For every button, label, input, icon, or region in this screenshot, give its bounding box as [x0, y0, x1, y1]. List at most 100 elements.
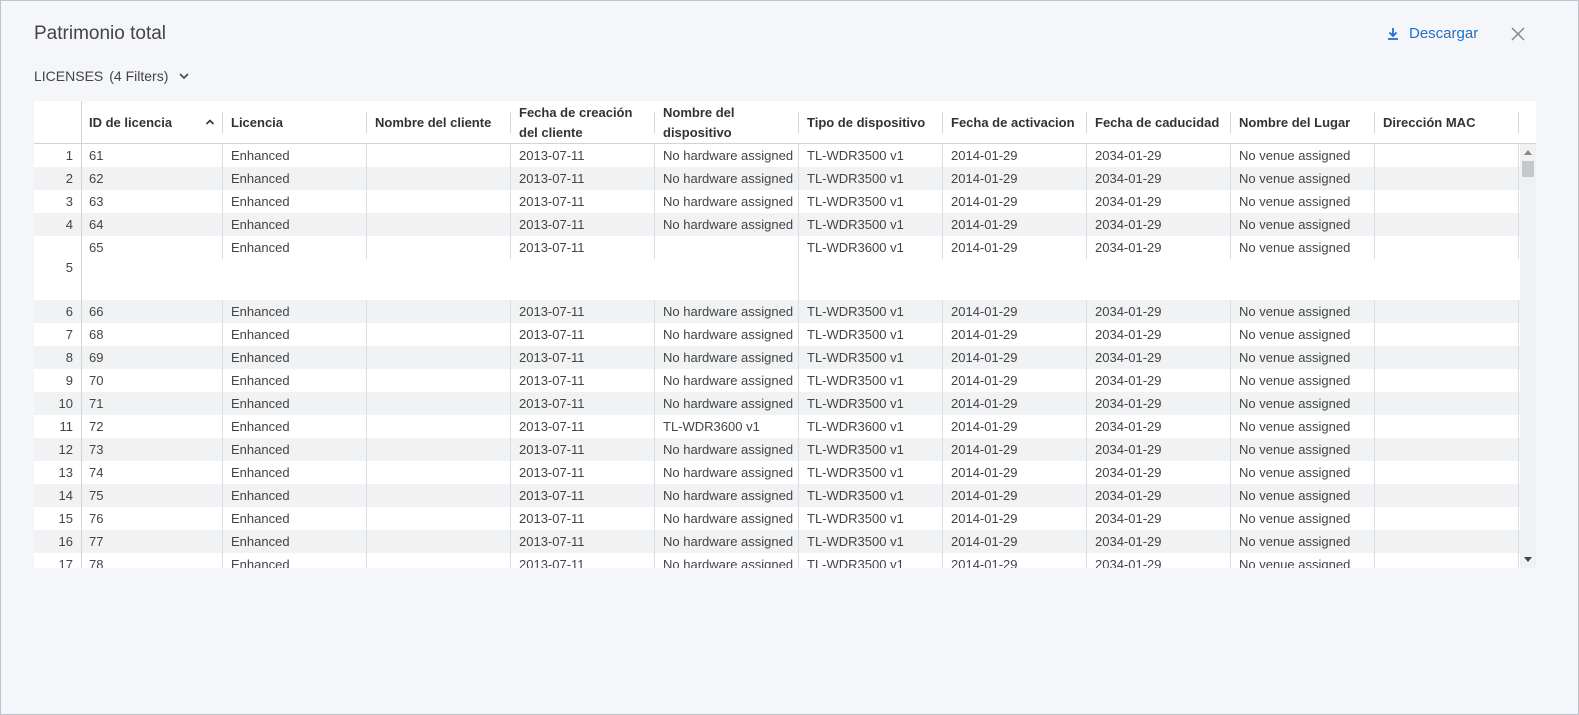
table-row[interactable]: 4 64 Enhanced 2013-07-11 No hardware assigne… [34, 213, 1520, 236]
cell-lug[interactable]: No venue assigned [1231, 553, 1375, 568]
cell-id[interactable]: 70 [81, 369, 223, 392]
cell-mac[interactable] [1375, 415, 1519, 438]
cell-lug[interactable]: No venue assigned [1231, 300, 1375, 323]
cell-dev[interactable]: No hardware assigned [655, 507, 799, 530]
sort-ascending-icon[interactable] [205, 117, 215, 127]
cell-idx[interactable]: 15 [34, 507, 81, 530]
cell-mac[interactable] [1375, 144, 1519, 167]
cell-lug[interactable]: No venue assigned [1231, 530, 1375, 553]
cell-tipo[interactable]: TL-WDR3500 v1 [799, 484, 943, 507]
cell-fec[interactable]: 2013-07-11 [511, 213, 655, 236]
cell-act[interactable]: 2014-01-29 [943, 369, 1087, 392]
cell-id[interactable]: 65 [81, 236, 223, 259]
cell-lic[interactable]: Enhanced [223, 369, 367, 392]
cell-dev[interactable]: No hardware assigned [655, 323, 799, 346]
cell-id[interactable]: 76 [81, 507, 223, 530]
cell-tipo[interactable]: TL-WDR3500 v1 [799, 369, 943, 392]
cell-cad[interactable]: 2034-01-29 [1087, 213, 1231, 236]
table-row[interactable]: 3 63 Enhanced 2013-07-11 No hardware assigne… [34, 190, 1520, 213]
cell-cad[interactable]: 2034-01-29 [1087, 438, 1231, 461]
cell-tipo[interactable]: TL-WDR3500 v1 [799, 213, 943, 236]
table-row[interactable]: 5 65 Enhanced 2013-07-11 TL-WDR3600 v1 2014-0… [34, 236, 1520, 300]
column-header-mac[interactable]: Dirección MAC [1375, 101, 1519, 144]
table-row[interactable]: 6 66 Enhanced 2013-07-11 No hardware assigne… [34, 300, 1520, 323]
cell-fec[interactable]: 2013-07-11 [511, 530, 655, 553]
cell-cad[interactable]: 2034-01-29 [1087, 530, 1231, 553]
cell-cli[interactable] [367, 484, 511, 507]
cell-dev[interactable]: No hardware assigned [655, 167, 799, 190]
cell-lug[interactable]: No venue assigned [1231, 323, 1375, 346]
cell-id[interactable]: 66 [81, 300, 223, 323]
column-header-tipo[interactable]: Tipo de dispositivo [799, 101, 943, 144]
cell-fec[interactable]: 2013-07-11 [511, 346, 655, 369]
cell-id[interactable]: 77 [81, 530, 223, 553]
cell-act[interactable]: 2014-01-29 [943, 484, 1087, 507]
scroll-up-icon[interactable] [1524, 150, 1532, 155]
cell-act[interactable]: 2014-01-29 [943, 507, 1087, 530]
cell-fec[interactable]: 2013-07-11 [511, 167, 655, 190]
cell-dev[interactable]: No hardware assigned [655, 484, 799, 507]
column-header-dev[interactable]: Nombre del dispositivo [655, 101, 799, 144]
cell-act[interactable]: 2014-01-29 [943, 213, 1087, 236]
cell-tipo[interactable]: TL-WDR3500 v1 [799, 438, 943, 461]
cell-cad[interactable]: 2034-01-29 [1087, 507, 1231, 530]
cell-lic[interactable]: Enhanced [223, 190, 367, 213]
cell-dev[interactable]: No hardware assigned [655, 190, 799, 213]
cell-mac[interactable] [1375, 438, 1519, 461]
cell-act[interactable]: 2014-01-29 [943, 438, 1087, 461]
cell-cli[interactable] [367, 438, 511, 461]
filter-dropdown[interactable]: LICENSES (4 Filters) [34, 68, 190, 84]
cell-lic[interactable]: Enhanced [223, 213, 367, 236]
cell-mac[interactable] [1375, 213, 1519, 236]
cell-lic[interactable]: Enhanced [223, 507, 367, 530]
cell-cad[interactable]: 2034-01-29 [1087, 346, 1231, 369]
cell-lic[interactable]: Enhanced [223, 144, 367, 167]
scroll-down-icon[interactable] [1524, 557, 1532, 562]
cell-cad[interactable]: 2034-01-29 [1087, 190, 1231, 213]
cell-dev[interactable]: No hardware assigned [655, 461, 799, 484]
cell-act[interactable]: 2014-01-29 [943, 300, 1087, 323]
cell-dev[interactable]: No hardware assigned [655, 530, 799, 553]
cell-mac[interactable] [1375, 553, 1519, 568]
column-header-lic[interactable]: Licencia [223, 101, 367, 144]
cell-mac[interactable] [1375, 507, 1519, 530]
cell-mac[interactable] [1375, 323, 1519, 346]
cell-id[interactable]: 75 [81, 484, 223, 507]
table-row[interactable]: 14 75 Enhanced 2013-07-11 No hardware assign… [34, 484, 1520, 507]
table-row[interactable]: 13 74 Enhanced 2013-07-11 No hardware assign… [34, 461, 1520, 484]
cell-lug[interactable]: No venue assigned [1231, 144, 1375, 167]
cell-cli[interactable] [367, 144, 511, 167]
cell-mac[interactable] [1375, 190, 1519, 213]
cell-tipo[interactable]: TL-WDR3500 v1 [799, 190, 943, 213]
cell-mac[interactable] [1375, 369, 1519, 392]
cell-cli[interactable] [367, 167, 511, 190]
cell-lic[interactable]: Enhanced [223, 553, 367, 568]
cell-dev[interactable]: No hardware assigned [655, 300, 799, 323]
cell-fec[interactable]: 2013-07-11 [511, 190, 655, 213]
cell-idx[interactable]: 12 [34, 438, 81, 461]
cell-fec[interactable]: 2013-07-11 [511, 438, 655, 461]
cell-lic[interactable]: Enhanced [223, 346, 367, 369]
table-row[interactable]: 15 76 Enhanced 2013-07-11 No hardware assign… [34, 507, 1520, 530]
cell-idx[interactable]: 5 [34, 236, 81, 300]
cell-fec[interactable]: 2013-07-11 [511, 392, 655, 415]
cell-idx[interactable]: 13 [34, 461, 81, 484]
cell-lug[interactable]: No venue assigned [1231, 438, 1375, 461]
cell-idx[interactable]: 6 [34, 300, 81, 323]
table-row[interactable]: 17 78 Enhanced 2013-07-11 No hardware assign… [34, 553, 1520, 568]
cell-act[interactable]: 2014-01-29 [943, 530, 1087, 553]
cell-idx[interactable]: 16 [34, 530, 81, 553]
cell-fec[interactable]: 2013-07-11 [511, 300, 655, 323]
cell-fec[interactable]: 2013-07-11 [511, 415, 655, 438]
cell-id[interactable]: 78 [81, 553, 223, 568]
cell-tipo[interactable]: TL-WDR3500 v1 [799, 167, 943, 190]
cell-cli[interactable] [367, 369, 511, 392]
cell-tipo[interactable]: TL-WDR3500 v1 [799, 144, 943, 167]
cell-tipo[interactable]: TL-WDR3600 v1 [799, 415, 943, 438]
column-header-id[interactable]: ID de licencia [81, 101, 223, 144]
cell-cli[interactable] [367, 415, 511, 438]
cell-dev[interactable]: No hardware assigned [655, 346, 799, 369]
cell-dev[interactable]: No hardware assigned [655, 392, 799, 415]
cell-cli[interactable] [367, 190, 511, 213]
cell-mac[interactable] [1375, 300, 1519, 323]
